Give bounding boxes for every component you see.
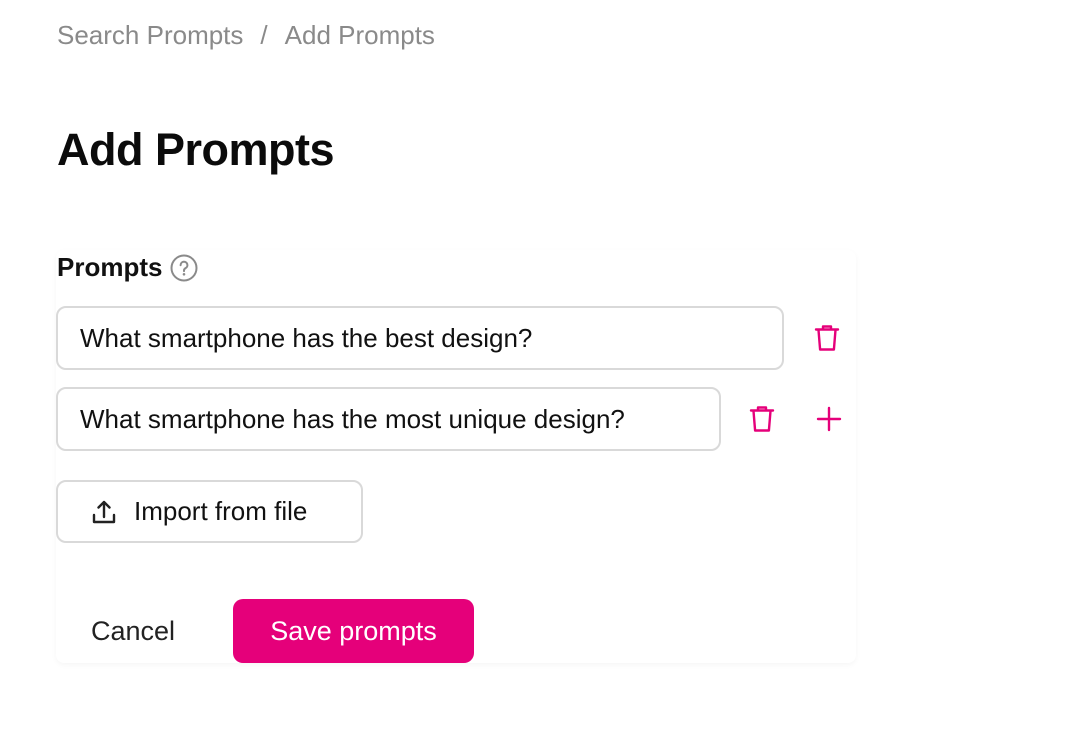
plus-icon[interactable] — [809, 399, 849, 439]
breadcrumb-item-add-prompts: Add Prompts — [284, 20, 435, 50]
upload-icon — [90, 498, 118, 526]
prompt-input-1[interactable] — [56, 306, 784, 370]
trash-icon[interactable] — [807, 318, 847, 358]
prompts-label-group: Prompts — [57, 252, 198, 283]
cancel-button[interactable]: Cancel — [57, 600, 209, 663]
breadcrumb-item-search-prompts[interactable]: Search Prompts — [57, 20, 243, 51]
trash-icon[interactable] — [742, 399, 782, 439]
breadcrumb: Search Prompts / Add Prompts — [57, 20, 435, 51]
breadcrumb-separator: / — [260, 20, 268, 50]
cancel-button-label: Cancel — [90, 616, 176, 646]
page-title: Add Prompts — [57, 124, 335, 175]
import-from-file-button[interactable]: Import from file — [56, 480, 363, 543]
prompts-label: Prompts — [57, 252, 163, 282]
save-prompts-button[interactable]: Save prompts — [233, 599, 474, 663]
prompt-input-2[interactable] — [56, 387, 721, 451]
import-from-file-label: Import from file — [134, 496, 308, 526]
save-prompts-button-label: Save prompts — [270, 615, 437, 646]
question-circle-icon[interactable] — [170, 254, 198, 282]
